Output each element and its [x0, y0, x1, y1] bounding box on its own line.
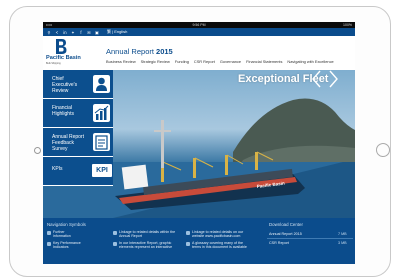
facebook-icon[interactable]: f — [78, 30, 84, 35]
chevron-left-icon[interactable] — [312, 70, 321, 88]
logo-name: Pacific Basin — [46, 55, 81, 61]
nav-financial-statements[interactable]: Financial Statements — [246, 59, 282, 64]
kpi-icon: KPI — [92, 164, 112, 177]
tile-label: Financial Highlights — [52, 105, 74, 117]
logo-mark-icon — [56, 39, 67, 54]
share-icon[interactable]: < — [54, 30, 60, 35]
report-title-main: Annual Report — [106, 47, 157, 56]
download-annual-report-size: 7 MB — [338, 232, 347, 236]
status-bar: ••••• 9:56 PM 100% — [43, 22, 355, 28]
tile-feedback-survey[interactable]: Annual Report Feedback Survey — [43, 128, 113, 157]
web-link-icon — [186, 231, 190, 235]
company-logo[interactable]: Pacific Basin Bulk Shipping — [46, 39, 81, 67]
battery-indicator: 100% — [343, 23, 352, 27]
symbol-kpi: Key Performance Indicators — [53, 241, 81, 250]
chevron-right-icon[interactable] — [329, 70, 338, 88]
tile-ceo-review[interactable]: Chief Executive's Review — [43, 70, 113, 99]
language-switch[interactable]: 繁 | English — [107, 29, 127, 35]
download-annual-report[interactable]: Annual Report 2015 — [269, 232, 302, 236]
camera-icon — [34, 147, 41, 154]
download-csr-report-size: 3 MB — [338, 241, 347, 245]
kpi-symbol-icon — [47, 242, 51, 246]
nav-csr-report[interactable]: CSR Report — [194, 59, 215, 64]
download-center-heading: Download Center — [269, 222, 303, 227]
nav-governance[interactable]: Governance — [220, 59, 241, 64]
tile-label: Chief Executive's Review — [52, 76, 78, 94]
link-icon — [113, 231, 117, 235]
symbol-further-info: Further information — [53, 230, 71, 239]
main-nav: Business Review Strategic Review Funding… — [106, 59, 334, 64]
divider — [267, 238, 353, 239]
nav-funding[interactable]: Funding — [175, 59, 189, 64]
survey-icon — [93, 133, 110, 151]
download-csr-report[interactable]: CSR Report — [269, 241, 289, 245]
page-title: Annual Report 2015 — [106, 47, 173, 56]
person-icon — [93, 75, 110, 93]
search-icon[interactable]: ⚲ — [46, 30, 52, 35]
symbol-linkage-website: Linkage to related details on our website… — [192, 230, 244, 239]
print-icon[interactable]: ▣ — [94, 30, 100, 35]
twitter-icon[interactable]: ✦ — [70, 30, 76, 35]
tile-label: Annual Report Feedback Survey — [52, 134, 84, 152]
footer-panel: Navigation Symbols Further information Ke… — [43, 218, 355, 264]
nav-navigating-excellence[interactable]: Navigating with Excellence — [287, 59, 333, 64]
signal-indicator: ••••• — [46, 23, 53, 27]
logo-tagline: Bulk Shipping — [46, 62, 61, 65]
symbol-glossary: A glossary covering many of the terms in … — [192, 241, 247, 250]
interactive-icon — [113, 242, 117, 246]
linkedin-icon[interactable]: in — [62, 30, 68, 35]
email-icon[interactable]: ✉ — [86, 30, 92, 35]
home-button[interactable] — [376, 143, 390, 157]
tile-financial-highlights[interactable]: Financial Highlights — [43, 99, 113, 128]
tile-label: KPIs — [52, 166, 63, 172]
nav-strategic-review[interactable]: Strategic Review — [141, 59, 170, 64]
report-header: Pacific Basin Bulk Shipping Annual Repor… — [43, 36, 355, 71]
status-time: 9:56 PM — [192, 23, 206, 27]
info-icon — [47, 231, 51, 235]
navigation-symbols-heading: Navigation Symbols — [47, 222, 86, 227]
symbol-interactive: In our Interactive Report, graphic elemen… — [119, 241, 173, 250]
report-title-year: 2015 — [156, 47, 173, 56]
symbol-linkage-report: Linkage to related details within the Ann… — [119, 230, 176, 239]
top-toolbar: ⚲ < in ✦ f ✉ ▣ 繁 | English — [43, 28, 355, 36]
app-screen: ••••• 9:56 PM 100% ⚲ < in ✦ f ✉ ▣ 繁 | En… — [43, 22, 355, 264]
tile-kpis[interactable]: KPIs KPI — [43, 157, 113, 186]
nav-business-review[interactable]: Business Review — [106, 59, 136, 64]
glossary-icon — [186, 242, 190, 246]
bar-chart-icon — [93, 104, 110, 122]
